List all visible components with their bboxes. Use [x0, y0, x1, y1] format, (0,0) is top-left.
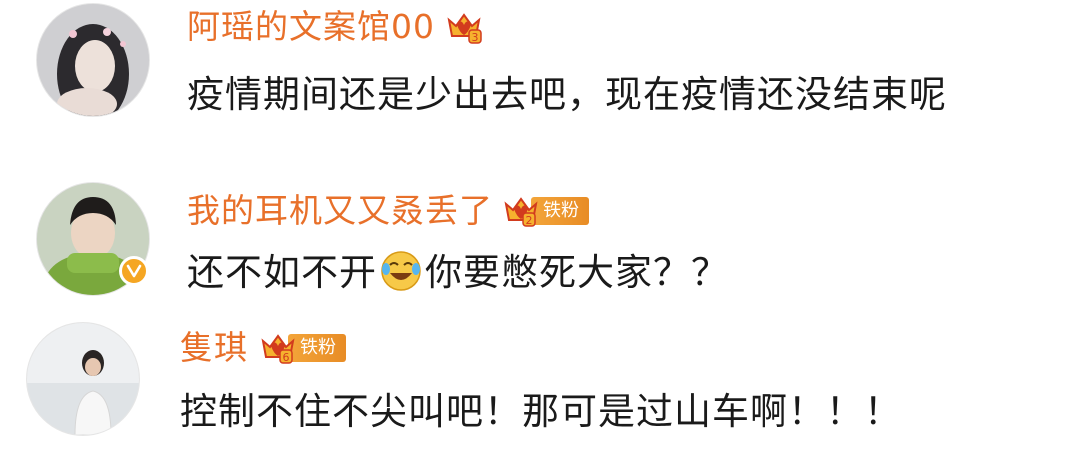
fan-label: 铁粉	[288, 334, 346, 362]
comment-item: 阿瑶的文案馆00 3 疫情期间还是少出去吧，现在疫情还没结束呢	[0, 0, 1079, 170]
fan-badge: 2 铁粉	[503, 196, 589, 227]
comment-item: 我的耳机又又叒丢了 2 铁粉 还不如不开 你要憋死大家？？	[0, 170, 1079, 310]
comment-text: 还不如不开 你要憋死大家？？	[187, 244, 1047, 302]
username[interactable]: 我的耳机又又叒丢了	[187, 186, 493, 236]
comment-text: 疫情期间还是少出去吧，现在疫情还没结束呢	[187, 73, 947, 116]
username[interactable]: 阿瑶的文案馆00	[187, 2, 435, 52]
comment-text-part: 还不如不开	[187, 251, 377, 294]
laugh-cry-emoji-icon	[381, 251, 421, 291]
comment-text: 控制不住不尖叫吧！那可是过山车啊！！！	[180, 390, 902, 433]
crown-level: 2	[526, 214, 533, 227]
crown-icon: 2	[504, 197, 538, 227]
crown-level: 3	[472, 31, 479, 44]
verified-badge-icon	[119, 256, 149, 286]
avatar-image	[37, 4, 149, 116]
avatar[interactable]	[26, 322, 140, 436]
crown-icon: 6	[261, 334, 295, 364]
comment-text-part: 你要憋死大家？？	[425, 251, 729, 294]
avatar-image	[27, 323, 139, 435]
avatar[interactable]	[36, 3, 150, 117]
crown-icon: 3	[447, 13, 482, 44]
fan-badge: 6 铁粉	[260, 333, 346, 364]
comment-item: 隻琪 6 铁粉 控制不住不尖叫吧！那可是过山车啊！！！	[0, 310, 1079, 453]
username[interactable]: 隻琪	[180, 323, 248, 373]
crown-level: 6	[283, 351, 290, 364]
fan-label: 铁粉	[531, 197, 589, 225]
